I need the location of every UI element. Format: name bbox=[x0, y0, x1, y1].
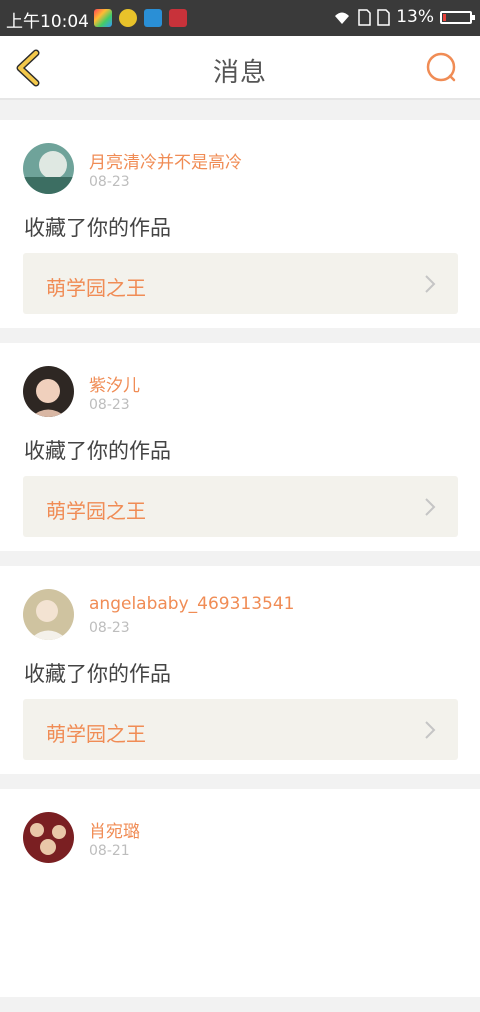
message-date: 08-23 bbox=[89, 620, 130, 636]
book-app-icon bbox=[169, 9, 187, 27]
battery-icon bbox=[440, 10, 475, 24]
work-link[interactable]: 萌学园之王 bbox=[23, 476, 458, 537]
avatar[interactable] bbox=[23, 143, 74, 194]
user-photo bbox=[23, 143, 74, 194]
message-card[interactable]: angelababy_469313541 08-23 收藏了你的作品 萌学园之王 bbox=[0, 566, 480, 774]
message-card[interactable]: 肖宛璐 08-21 bbox=[0, 789, 480, 997]
message-card[interactable]: 紫汐儿 08-23 收藏了你的作品 萌学园之王 bbox=[0, 343, 480, 551]
chevron-right-icon bbox=[425, 721, 436, 739]
user-photo bbox=[23, 812, 74, 863]
colorful-app-icon bbox=[94, 9, 112, 27]
system-status: 13% bbox=[332, 7, 475, 27]
app-header: 消息 bbox=[0, 36, 480, 100]
clock: 上午10:04 bbox=[6, 12, 89, 32]
user-photo bbox=[23, 366, 74, 417]
action-text: 收藏了你的作品 bbox=[24, 662, 171, 686]
work-title: 萌学园之王 bbox=[46, 722, 146, 746]
page-title: 消息 bbox=[212, 58, 267, 88]
message-date: 08-23 bbox=[89, 397, 130, 413]
message-date: 08-21 bbox=[89, 843, 130, 859]
work-title: 萌学园之王 bbox=[46, 276, 146, 300]
user-photo bbox=[23, 589, 74, 640]
list-spacer bbox=[0, 100, 480, 120]
username[interactable]: 紫汐儿 bbox=[89, 371, 140, 396]
green-app-icon bbox=[119, 9, 137, 27]
battery-percent: 13% bbox=[396, 7, 434, 27]
action-text: 收藏了你的作品 bbox=[24, 439, 171, 463]
sim-card-icon bbox=[377, 8, 390, 26]
message-date: 08-23 bbox=[89, 174, 130, 190]
wifi-icon bbox=[335, 12, 350, 24]
avatar[interactable] bbox=[23, 366, 74, 417]
sim-card-icon bbox=[358, 8, 371, 26]
notification-icons bbox=[94, 9, 187, 27]
username[interactable]: 月亮清冷并不是高冷 bbox=[89, 148, 242, 173]
work-link[interactable]: 萌学园之王 bbox=[23, 253, 458, 314]
search-button[interactable] bbox=[424, 50, 460, 86]
search-icon bbox=[426, 52, 456, 82]
action-text: 收藏了你的作品 bbox=[24, 216, 171, 240]
work-link[interactable]: 萌学园之王 bbox=[23, 699, 458, 760]
username[interactable]: angelababy_469313541 bbox=[89, 594, 295, 614]
avatar[interactable] bbox=[23, 589, 74, 640]
chevron-right-icon bbox=[425, 275, 436, 293]
username[interactable]: 肖宛璐 bbox=[89, 817, 140, 842]
message-card[interactable]: 月亮清冷并不是高冷 08-23 收藏了你的作品 萌学园之王 bbox=[0, 120, 480, 328]
work-title: 萌学园之王 bbox=[46, 499, 146, 523]
avatar[interactable] bbox=[23, 812, 74, 863]
status-bar: 上午10:04 13% bbox=[0, 0, 480, 36]
scanner-app-icon bbox=[144, 9, 162, 27]
message-list: 月亮清冷并不是高冷 08-23 收藏了你的作品 萌学园之王 紫汐儿 08-23 … bbox=[0, 100, 480, 1012]
chevron-right-icon bbox=[425, 498, 436, 516]
battery-level bbox=[443, 13, 446, 21]
